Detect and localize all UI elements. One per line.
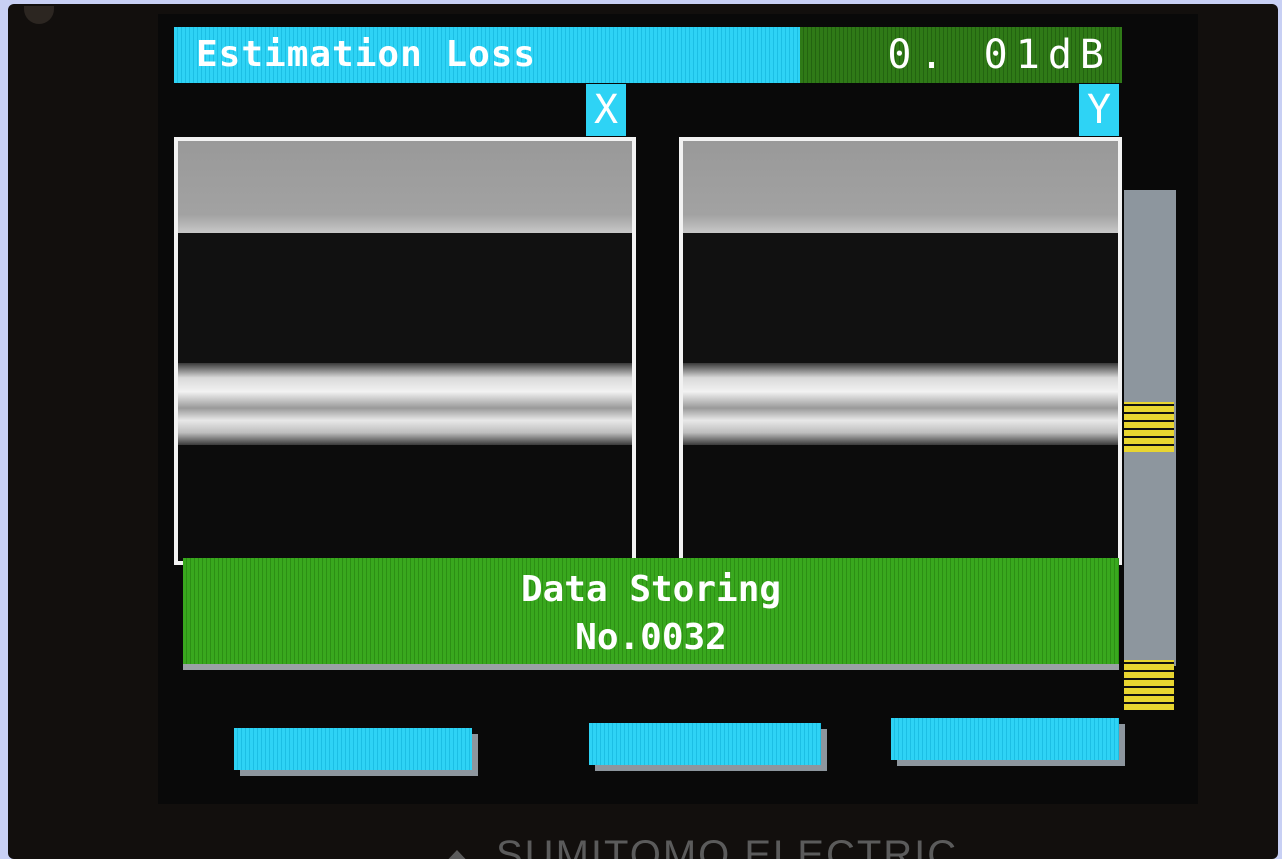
fiber-view-y <box>679 137 1122 565</box>
estimated-loss-value: 0. 01dB <box>800 27 1122 83</box>
soft-key-right-button[interactable] <box>891 718 1119 760</box>
status-message: Data Storing <box>520 569 782 610</box>
scroll-marker-lower-icon[interactable] <box>1124 660 1174 710</box>
view-y-label: Y <box>1079 84 1119 136</box>
fiber-view-x <box>174 137 636 565</box>
brand-logo-icon <box>440 850 474 859</box>
fiber-image-x <box>178 363 632 445</box>
screw-icon <box>24 6 54 24</box>
soft-key-middle-button[interactable] <box>589 723 821 765</box>
soft-key-left-button[interactable] <box>234 728 472 770</box>
scroll-marker-upper-icon[interactable] <box>1124 402 1174 452</box>
fiber-image-y <box>683 363 1118 445</box>
brand-logo: SUMITOMO ELECTRIC <box>440 830 960 859</box>
view-x-label: X <box>586 84 626 136</box>
brand-name: SUMITOMO ELECTRIC <box>496 833 959 859</box>
header-title: Estimation Loss <box>174 27 800 83</box>
status-record-number: No.0032 <box>575 617 727 658</box>
status-banner: Data Storing No.0032 <box>183 558 1119 670</box>
